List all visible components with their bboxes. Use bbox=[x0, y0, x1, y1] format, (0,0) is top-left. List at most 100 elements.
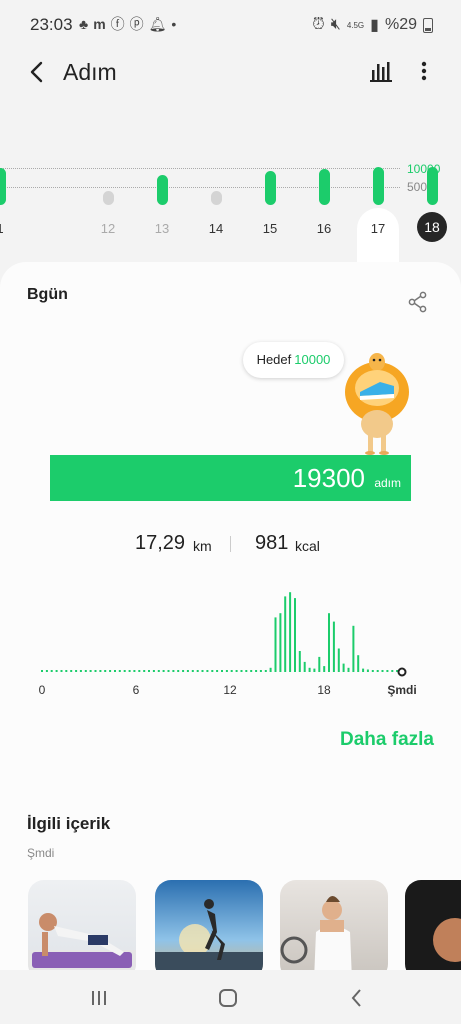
hourly-bars bbox=[41, 592, 407, 677]
page-title: Adım bbox=[63, 59, 117, 85]
hour-bar bbox=[386, 670, 389, 672]
day-column-1[interactable]: 1 bbox=[0, 100, 20, 250]
calories-unit: kcal bbox=[295, 538, 320, 554]
hour-bar bbox=[366, 669, 369, 672]
bell-icon: 🔔︎ bbox=[148, 16, 172, 32]
app-header: Adım bbox=[0, 48, 461, 98]
hour-bar bbox=[342, 663, 345, 672]
hour-bar bbox=[255, 670, 258, 672]
related-card-dark[interactable] bbox=[405, 880, 461, 970]
hour-bar bbox=[294, 598, 296, 672]
hour-bar bbox=[230, 670, 233, 672]
hour-bar bbox=[298, 651, 301, 672]
hour-bar bbox=[357, 655, 360, 672]
alarm-icon: ⏰︎ bbox=[312, 16, 325, 33]
now-marker bbox=[397, 667, 407, 677]
hour-bar bbox=[274, 617, 277, 672]
day-column-13[interactable]: 13 bbox=[142, 100, 182, 250]
hour-bar bbox=[114, 670, 116, 672]
hour-bar bbox=[99, 670, 102, 672]
back-arrow-icon bbox=[30, 61, 43, 83]
hour-bar bbox=[128, 670, 131, 672]
selected-day-label: 18 bbox=[417, 212, 447, 242]
home-button[interactable] bbox=[208, 984, 248, 1012]
hour-bar bbox=[303, 661, 306, 672]
hour-bar bbox=[65, 670, 68, 672]
status-bar: 23:03 ♣mⓕⓟ🔔︎• ⏰︎ 🔇︎ 4.5G ▮ %29 bbox=[0, 0, 461, 48]
share-button[interactable] bbox=[406, 290, 430, 314]
navigation-bar bbox=[0, 970, 461, 1024]
day-label: 15 bbox=[262, 221, 278, 236]
hour-bar bbox=[79, 670, 82, 672]
hour-bar bbox=[221, 670, 223, 672]
day-bar bbox=[211, 191, 222, 205]
hour-bar bbox=[138, 670, 141, 672]
recent-apps-icon bbox=[92, 991, 106, 1005]
hour-bar bbox=[162, 670, 165, 672]
hour-bar bbox=[337, 648, 340, 672]
hour-bar bbox=[196, 670, 199, 672]
system-back-button[interactable] bbox=[337, 984, 377, 1012]
related-content-list bbox=[0, 880, 461, 970]
hour-bar bbox=[191, 670, 194, 672]
hour-bar bbox=[235, 670, 238, 672]
day-bar bbox=[427, 166, 438, 205]
hour-bar bbox=[55, 670, 58, 672]
day-column-15[interactable]: 15 bbox=[250, 100, 290, 250]
more-button[interactable]: Daha fazla bbox=[340, 729, 434, 751]
recent-apps-button[interactable] bbox=[79, 984, 119, 1012]
day-column-12[interactable]: 12 bbox=[88, 100, 128, 250]
mascot-icon bbox=[345, 353, 409, 455]
hour-bar bbox=[289, 592, 292, 672]
hour-bar bbox=[84, 670, 87, 672]
hour-bar bbox=[279, 613, 282, 672]
related-card-running[interactable] bbox=[155, 880, 263, 970]
hour-bar bbox=[41, 670, 43, 672]
hour-bar bbox=[245, 670, 248, 672]
hour-bar bbox=[157, 670, 160, 672]
today-title: Bgün bbox=[27, 286, 68, 303]
steps-unit: adım bbox=[374, 476, 401, 490]
facebook-icon: ⓕ bbox=[110, 16, 130, 32]
distance-value: 17,29 bbox=[135, 532, 186, 554]
day-bar bbox=[157, 175, 168, 205]
hour-bar bbox=[94, 670, 97, 672]
hour-bar bbox=[206, 670, 209, 672]
day-label: 12 bbox=[100, 221, 116, 236]
running-image bbox=[155, 899, 263, 970]
hour-bar bbox=[332, 621, 335, 672]
hour-bar bbox=[323, 666, 326, 672]
stats-row: 17,29 km 981 kcal bbox=[0, 530, 461, 560]
hour-bar bbox=[211, 670, 214, 672]
calories-value: 981 bbox=[255, 532, 289, 554]
day-column-14[interactable]: 14 bbox=[196, 100, 236, 250]
day-column-18[interactable]: 18 bbox=[412, 100, 452, 250]
hour-bar bbox=[352, 625, 355, 672]
distance-unit: km bbox=[193, 538, 212, 554]
today-card: Bgün Hedef 10000 19300 adım 17,29 km 981 … bbox=[0, 262, 461, 970]
battery-label: %29 bbox=[384, 16, 417, 33]
hour-bar bbox=[284, 596, 287, 672]
goal-bubble: Hedef 10000 bbox=[243, 342, 344, 378]
hour-bar bbox=[186, 670, 189, 672]
hour-bar bbox=[70, 670, 73, 672]
hour-bar bbox=[308, 667, 311, 672]
weekly-steps-chart: 10000 5000 112131415161718 bbox=[0, 100, 461, 352]
steps-value: 19300 bbox=[292, 463, 365, 493]
hour-bar bbox=[201, 670, 204, 672]
hour-bar bbox=[371, 670, 374, 672]
related-card-gym[interactable] bbox=[280, 880, 388, 970]
share-icon bbox=[408, 291, 427, 313]
more-options-button[interactable] bbox=[414, 56, 434, 86]
hour-bar bbox=[45, 670, 48, 672]
trends-button[interactable] bbox=[368, 58, 394, 84]
day-column-16[interactable]: 16 bbox=[304, 100, 344, 250]
status-time: 23:03 bbox=[30, 15, 73, 34]
back-button[interactable] bbox=[24, 56, 52, 88]
day-column-17[interactable]: 17 bbox=[358, 100, 398, 250]
hour-bar bbox=[376, 670, 379, 672]
hour-bar bbox=[60, 670, 63, 672]
hour-bar bbox=[391, 670, 394, 672]
day-label: 17 bbox=[370, 221, 386, 236]
related-card-workout[interactable] bbox=[28, 880, 136, 970]
